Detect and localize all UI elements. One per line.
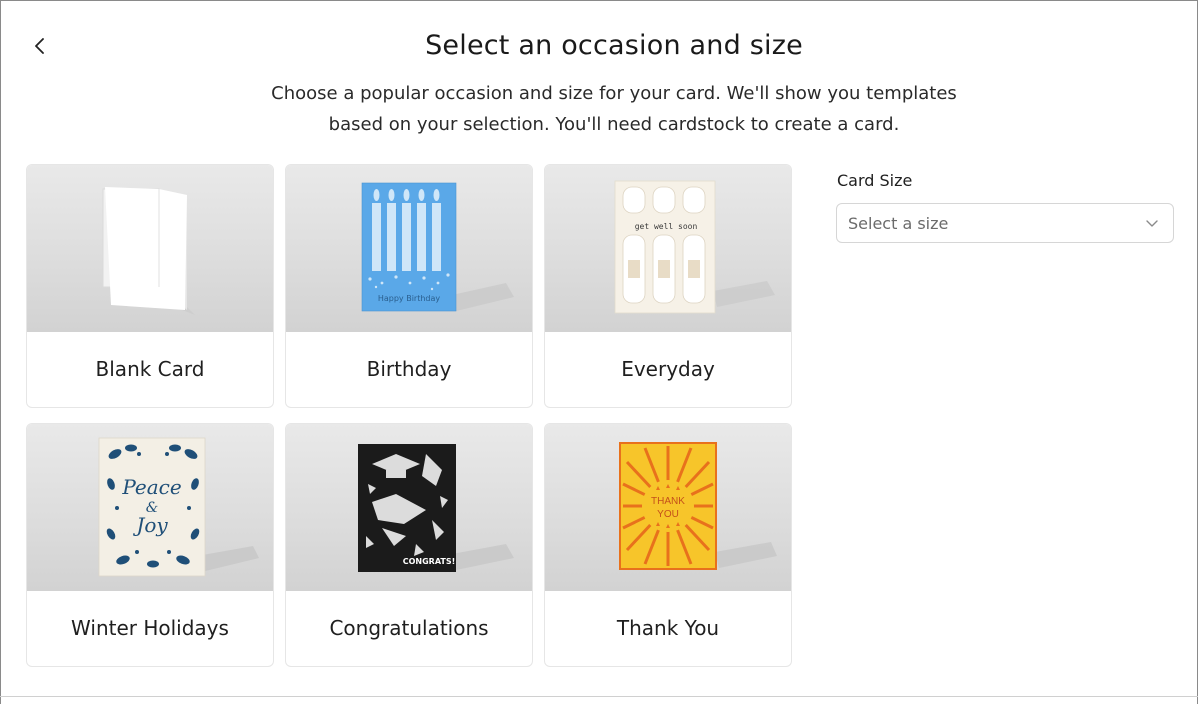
- birthday-card-text: Happy Birthday: [378, 294, 441, 303]
- card-photo: get well soon: [545, 165, 791, 332]
- occasion-label: Winter Holidays: [71, 616, 229, 640]
- congrats-card-text: CONGRATS!: [403, 557, 456, 566]
- everyday-card-image: get well soon: [614, 180, 775, 314]
- winter-card-text-2: Joy: [132, 513, 168, 537]
- thank-you-card-text-1: THANK: [651, 496, 685, 507]
- page-title: Select an occasion and size: [425, 30, 803, 61]
- card-photo: [27, 165, 273, 332]
- winter-card-text-1: Peace: [121, 475, 181, 499]
- occasion-card-congratulations[interactable]: CONGRATS! Congratulations: [285, 423, 533, 667]
- occasion-card-birthday[interactable]: Happy Birthday Birthday: [285, 164, 533, 408]
- card-photo: CONGRATS!: [286, 424, 532, 591]
- everyday-card-text: get well soon: [635, 222, 698, 231]
- occasion-label: Birthday: [366, 357, 452, 381]
- bottom-divider: [0, 696, 1198, 697]
- occasion-card-thank-you[interactable]: THANK YOU Thank You: [544, 423, 792, 667]
- card-size-placeholder: Select a size: [848, 214, 949, 233]
- occasion-label: Everyday: [621, 357, 715, 381]
- winter-card-image: Peace & Joy: [98, 437, 259, 577]
- occasion-label: Thank You: [616, 616, 720, 640]
- occasion-card-everyday[interactable]: get well soon Everyday: [544, 164, 792, 408]
- chevron-down-icon: [1146, 220, 1158, 227]
- card-photo: Happy Birthday: [286, 165, 532, 332]
- occasion-label: Blank Card: [95, 357, 205, 381]
- occasion-card-winter-holidays[interactable]: Peace & Joy Winter Holidays: [26, 423, 274, 667]
- occasion-card-blank[interactable]: Blank Card: [26, 164, 274, 408]
- thank-you-card-image: THANK YOU: [619, 442, 777, 570]
- birthday-card-image: Happy Birthday: [361, 182, 514, 312]
- blank-card-image: [102, 187, 195, 315]
- congrats-card-image: CONGRATS!: [358, 444, 514, 572]
- subtitle-line-2: based on your selection. You'll need car…: [328, 114, 900, 135]
- subtitle-line-1: Choose a popular occasion and size for y…: [271, 83, 957, 104]
- card-size-label: Card Size: [837, 171, 913, 190]
- card-photo: THANK YOU: [545, 424, 791, 591]
- occasion-label: Congratulations: [329, 616, 489, 640]
- page-subtitle: Choose a popular occasion and size for y…: [214, 78, 1014, 140]
- card-photo: Peace & Joy: [27, 424, 273, 591]
- thank-you-card-text-2: YOU: [657, 509, 679, 520]
- card-size-select[interactable]: Select a size: [836, 203, 1174, 243]
